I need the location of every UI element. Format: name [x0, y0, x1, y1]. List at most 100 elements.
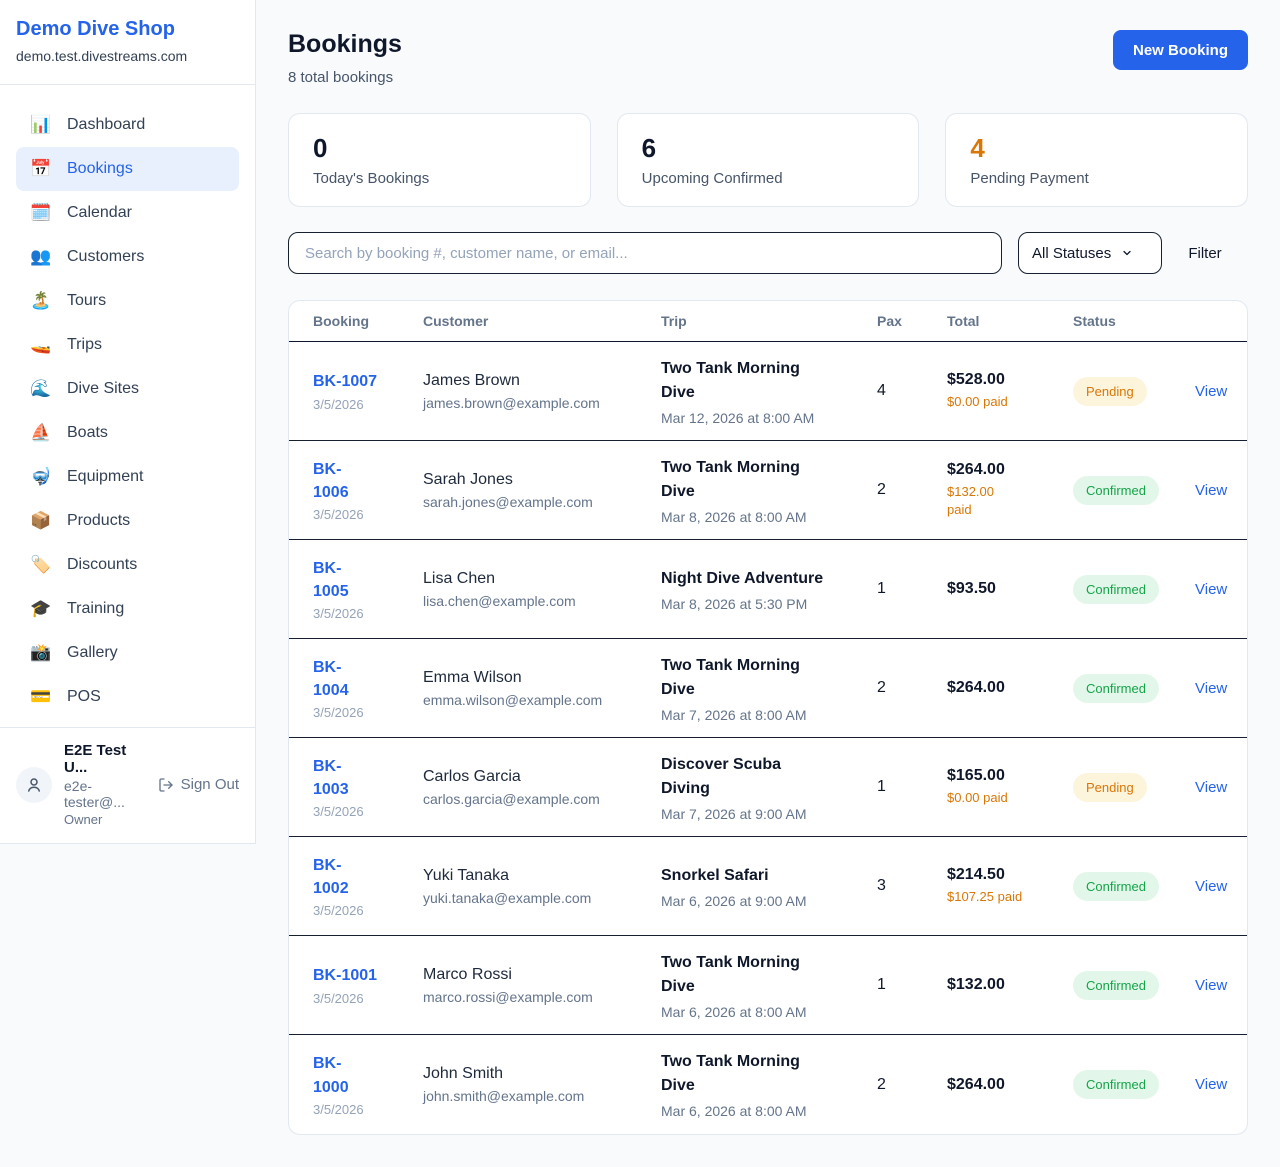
booking-date: 3/5/2026: [313, 507, 423, 522]
cell-pax: 2: [877, 679, 947, 697]
user-meta: E2E Test U... e2e-tester@... Owner: [64, 742, 146, 827]
total-amount: $264.00: [947, 679, 1073, 697]
sidebar-nav-item[interactable]: 💳 POS: [16, 675, 239, 719]
cell-customer: Emma Wilson emma.wilson@example.com: [423, 669, 661, 708]
cell-status: Confirmed: [1073, 1070, 1159, 1099]
booking-id-link[interactable]: BK- 1002: [313, 854, 423, 900]
nav-item-icon: 📊: [30, 115, 52, 135]
stat-label: Pending Payment: [970, 170, 1223, 187]
status-select[interactable]: All Statuses: [1018, 232, 1162, 274]
view-link[interactable]: View: [1195, 878, 1227, 895]
nav-item-icon: 📸: [30, 643, 52, 663]
trip-name: Two Tank Morning Dive: [661, 654, 877, 702]
nav-item-icon: 🌊: [30, 379, 52, 399]
bookings-table: Booking Customer Trip Pax Total Status B…: [288, 300, 1248, 1135]
booking-date: 3/5/2026: [313, 804, 423, 819]
stat-value: 6: [642, 133, 895, 164]
nav-item-icon: 📅: [30, 159, 52, 179]
cell-total: $214.50 $107.25 paid: [947, 866, 1073, 906]
nav-item-label: Bookings: [67, 160, 133, 178]
paid-amount: $107.25 paid: [947, 888, 1073, 906]
view-link[interactable]: View: [1195, 1076, 1227, 1093]
sidebar-nav-item[interactable]: 🏷️ Discounts: [16, 543, 239, 587]
trip-datetime: Mar 12, 2026 at 8:00 AM: [661, 410, 877, 426]
cell-total: $93.50: [947, 580, 1073, 598]
total-amount: $165.00: [947, 767, 1073, 785]
sidebar-nav-item[interactable]: 👥 Customers: [16, 235, 239, 279]
booking-date: 3/5/2026: [313, 1102, 423, 1117]
cell-status: Pending: [1073, 773, 1147, 802]
cell-trip: Two Tank Morning Dive Mar 8, 2026 at 8:0…: [661, 456, 877, 525]
sidebar-nav-item[interactable]: 🗓️ Calendar: [16, 191, 239, 235]
total-amount: $132.00: [947, 976, 1073, 994]
sidebar-nav-item[interactable]: 🚤 Trips: [16, 323, 239, 367]
view-link[interactable]: View: [1195, 779, 1227, 796]
sidebar: Demo Dive Shop demo.test.divestreams.com…: [0, 0, 256, 844]
sidebar-nav-item[interactable]: 📸 Gallery: [16, 631, 239, 675]
sidebar-nav-item[interactable]: 🤿 Equipment: [16, 455, 239, 499]
nav-item-icon: 📦: [30, 511, 52, 531]
table-row: BK-1001 3/5/2026 Marco Rossi marco.rossi…: [289, 936, 1247, 1035]
col-header-status: Status: [1073, 313, 1195, 329]
view-link[interactable]: View: [1195, 581, 1227, 598]
search-input[interactable]: [288, 232, 1002, 274]
customer-name: Lisa Chen: [423, 570, 661, 588]
cell-trip: Two Tank Morning Dive Mar 12, 2026 at 8:…: [661, 357, 877, 426]
filter-button[interactable]: Filter: [1178, 245, 1231, 262]
view-link[interactable]: View: [1195, 383, 1227, 400]
stat-card: 6 Upcoming Confirmed: [617, 113, 920, 207]
booking-id-link[interactable]: BK-1001: [313, 964, 423, 987]
nav-item-label: Dashboard: [67, 116, 145, 134]
cell-pax: 3: [877, 877, 947, 895]
cell-booking: BK- 1000 3/5/2026: [313, 1052, 423, 1116]
nav-item-icon: 🚤: [30, 335, 52, 355]
view-link[interactable]: View: [1195, 977, 1227, 994]
user-name: E2E Test U...: [64, 742, 146, 776]
table-row: BK- 1006 3/5/2026 Sarah Jones sarah.jone…: [289, 441, 1247, 540]
nav-item-label: Tours: [67, 292, 106, 310]
booking-id-link[interactable]: BK- 1003: [313, 755, 423, 801]
status-badge: Confirmed: [1073, 971, 1159, 1000]
customer-email: james.brown@example.com: [423, 395, 661, 411]
booking-id-link[interactable]: BK- 1006: [313, 458, 423, 504]
customer-name: Marco Rossi: [423, 966, 661, 984]
cell-booking: BK- 1003 3/5/2026: [313, 755, 423, 819]
sidebar-nav-item[interactable]: 📦 Products: [16, 499, 239, 543]
chevron-down-icon: [1121, 247, 1133, 259]
sidebar-nav-item[interactable]: 🎓 Training: [16, 587, 239, 631]
booking-id-link[interactable]: BK- 1004: [313, 656, 423, 702]
table-row: BK- 1004 3/5/2026 Emma Wilson emma.wilso…: [289, 639, 1247, 738]
trip-name: Two Tank Morning Dive: [661, 951, 877, 999]
sidebar-nav-item[interactable]: 🏝️ Tours: [16, 279, 239, 323]
trip-datetime: Mar 7, 2026 at 8:00 AM: [661, 707, 877, 723]
nav-item-label: Equipment: [67, 468, 144, 486]
sign-out-button[interactable]: Sign Out: [158, 776, 239, 793]
sidebar-nav-item[interactable]: 📅 Bookings: [16, 147, 239, 191]
booking-id-link[interactable]: BK- 1005: [313, 557, 423, 603]
cell-booking: BK- 1006 3/5/2026: [313, 458, 423, 522]
cell-customer: Carlos Garcia carlos.garcia@example.com: [423, 768, 661, 807]
booking-id-link[interactable]: BK-1007: [313, 370, 423, 393]
user-box: E2E Test U... e2e-tester@... Owner Sign …: [0, 727, 255, 843]
customer-email: carlos.garcia@example.com: [423, 791, 661, 807]
trip-name: Two Tank Morning Dive: [661, 456, 877, 504]
new-booking-button[interactable]: New Booking: [1113, 30, 1248, 70]
cell-status: Confirmed: [1073, 476, 1159, 505]
cell-booking: BK- 1005 3/5/2026: [313, 557, 423, 621]
trip-name: Discover Scuba Diving: [661, 753, 877, 801]
customer-name: John Smith: [423, 1065, 661, 1083]
cell-total: $528.00 $0.00 paid: [947, 371, 1073, 411]
col-header-pax: Pax: [877, 313, 947, 329]
nav-item-icon: 👥: [30, 247, 52, 267]
booking-id-link[interactable]: BK- 1000: [313, 1052, 423, 1098]
nav-item-icon: 🎓: [30, 599, 52, 619]
view-link[interactable]: View: [1195, 482, 1227, 499]
sidebar-nav-item[interactable]: ⛵ Boats: [16, 411, 239, 455]
user-role: Owner: [64, 812, 146, 827]
view-link[interactable]: View: [1195, 680, 1227, 697]
nav-item-label: Boats: [67, 424, 108, 442]
customer-email: marco.rossi@example.com: [423, 989, 661, 1005]
trip-name: Snorkel Safari: [661, 864, 877, 888]
sidebar-nav-item[interactable]: 🌊 Dive Sites: [16, 367, 239, 411]
sidebar-nav-item[interactable]: 📊 Dashboard: [16, 103, 239, 147]
